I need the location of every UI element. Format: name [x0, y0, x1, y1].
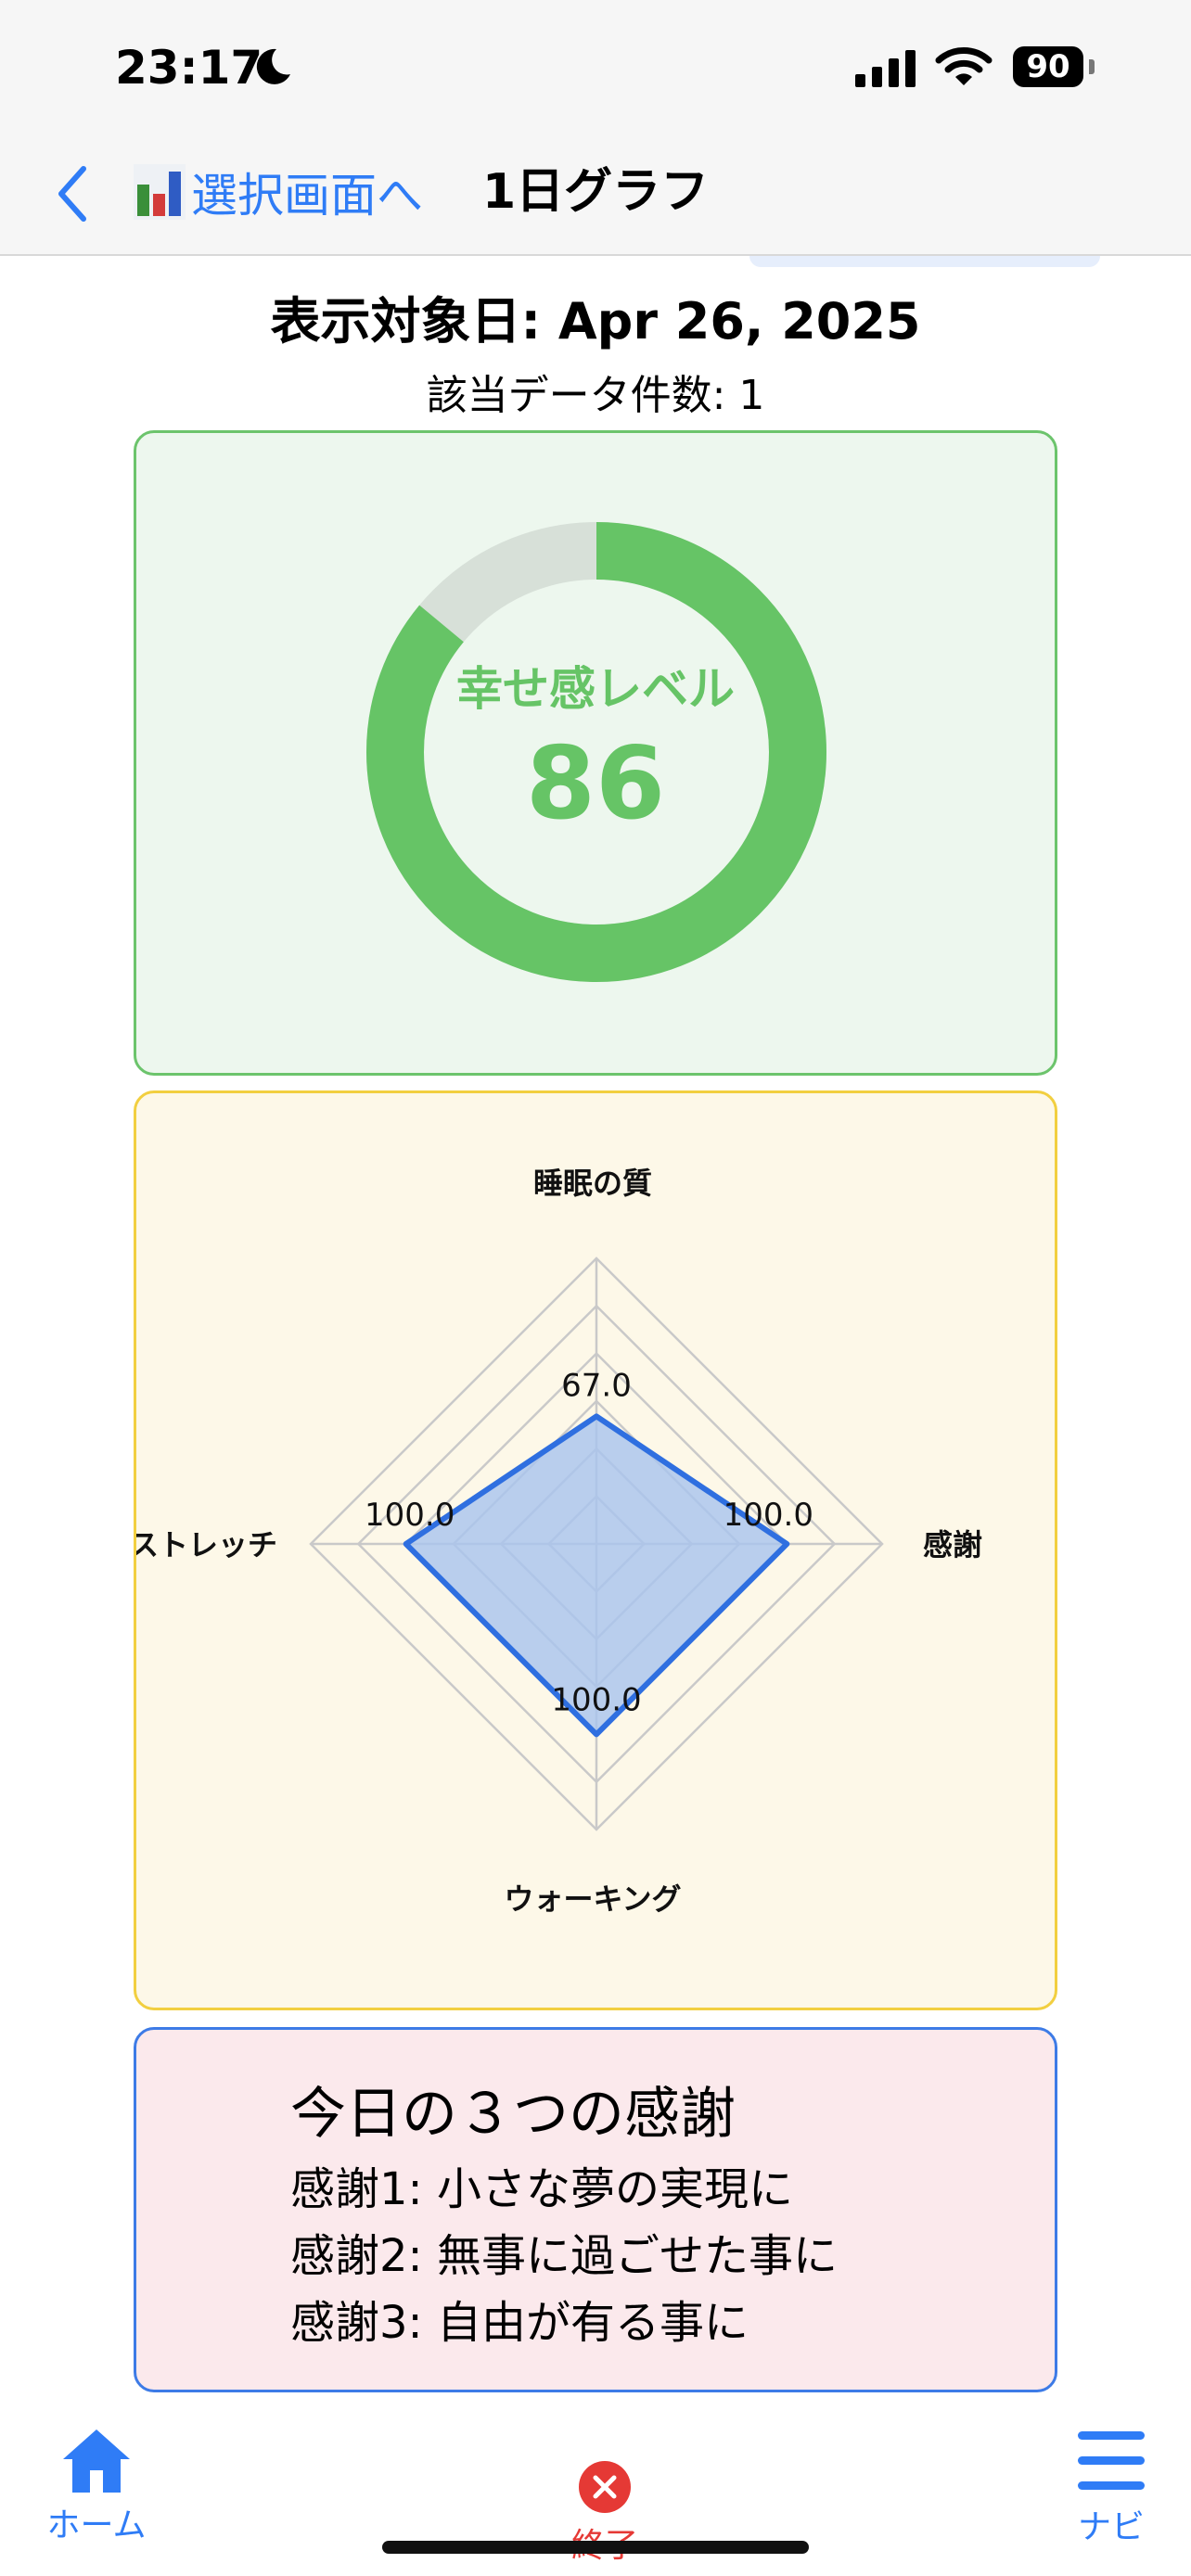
radar-value-label: 100.0	[365, 1497, 455, 1534]
radar-value-label: 67.0	[561, 1367, 632, 1404]
gratitude-heading: 今日の３つの感謝	[290, 2082, 736, 2147]
battery-indicator: 90	[1013, 46, 1083, 87]
wifi-icon	[935, 47, 992, 85]
bar-chart-icon	[134, 164, 186, 220]
gratitude-item: 感謝1: 小さな夢の実現に	[290, 2163, 793, 2215]
page-title: 1日グラフ	[482, 164, 710, 220]
happiness-label: 幸せ感レベル	[456, 662, 735, 716]
happiness-card: 幸せ感レベル 86	[134, 430, 1057, 1076]
target-date-title: 表示対象日: Apr 26, 2025	[270, 292, 921, 351]
radar-axis-label: 感謝	[923, 1527, 982, 1562]
close-circle-icon	[579, 2461, 631, 2513]
tab-navi-label: ナビ	[1077, 2508, 1145, 2546]
moon-icon	[256, 48, 290, 84]
back-button[interactable]: 選択画面へ	[134, 159, 423, 224]
toolbar-pill	[749, 256, 1100, 267]
gratitude-item: 感謝3: 自由が有る事に	[290, 2297, 749, 2349]
tab-navi[interactable]: ナビ	[1054, 2426, 1169, 2548]
cellular-signal-icon	[855, 50, 916, 87]
radar-chart: 67.0 100.0 100.0 100.0 睡眠の質感謝ウォーキング ストレッチ	[136, 1166, 982, 1917]
radar-value-label: 100.0	[551, 1681, 641, 1718]
status-bar: 23:17 90	[0, 0, 1191, 139]
happiness-value: 86	[525, 726, 666, 842]
tab-home[interactable]: ホーム	[24, 2426, 169, 2546]
gratitude-card: 今日の３つの感謝 感謝1: 小さな夢の実現に 感謝2: 無事に過ごせた事に 感謝…	[134, 2027, 1057, 2392]
status-time: 23:17	[115, 41, 263, 95]
gratitude-item: 感謝2: 無事に過ごせた事に	[290, 2230, 838, 2282]
home-indicator	[382, 2541, 809, 2554]
back-chevron-icon[interactable]	[52, 161, 93, 226]
data-count-text: 該当データ件数: 1	[426, 372, 765, 419]
menu-icon	[1078, 2431, 1145, 2490]
battery-tip	[1089, 59, 1095, 74]
home-icon	[63, 2429, 130, 2493]
back-label: 選択画面へ	[191, 169, 423, 223]
radar-axis-label: 睡眠の質	[533, 1166, 652, 1201]
radar-axis-label: ストレッチ	[136, 1527, 277, 1562]
navigation-bar: 選択画面へ 1日グラフ	[0, 139, 1191, 256]
tab-home-label: ホーム	[46, 2506, 147, 2544]
radar-axis-label: ウォーキング	[504, 1881, 681, 1917]
radar-card: 67.0 100.0 100.0 100.0 睡眠の質感謝ウォーキング ストレッチ	[134, 1090, 1057, 2010]
battery-level: 90	[1026, 48, 1070, 85]
radar-value-label: 100.0	[724, 1497, 813, 1534]
